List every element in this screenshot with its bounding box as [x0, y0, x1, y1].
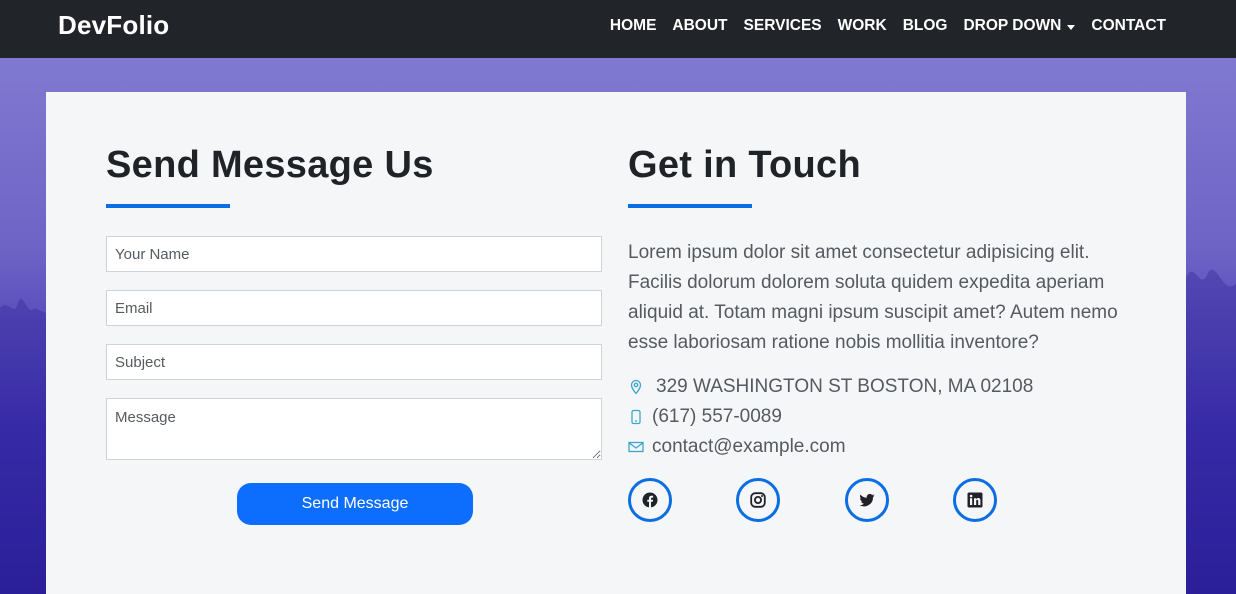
nav-item-label: HOME: [609, 17, 657, 34]
contact-card: Send Message Us Send Message Get in Touc…: [46, 92, 1186, 594]
nav-item-drop-down[interactable]: DROP DOWN: [963, 17, 1076, 35]
nav-item-label: CONTACT: [1091, 17, 1166, 34]
phone-text[interactable]: (617) 557-0089: [652, 406, 782, 428]
send-message-button[interactable]: Send Message: [237, 483, 473, 525]
caret-down-icon: [1067, 24, 1076, 30]
email-text[interactable]: contact@example.com: [652, 436, 846, 458]
facebook-link[interactable]: [628, 478, 672, 522]
address-text: 329 WASHINGTON ST BOSTON, MA 02108: [656, 376, 1034, 397]
nav-item-home[interactable]: HOME: [610, 17, 657, 35]
brand-logo[interactable]: DevFolio: [58, 10, 169, 41]
instagram-link[interactable]: [736, 478, 780, 522]
email-row: contact@example.com: [628, 436, 846, 458]
twitter-link[interactable]: [845, 478, 889, 522]
linkedin-link[interactable]: [953, 478, 997, 522]
message-input[interactable]: [106, 398, 602, 460]
subject-input[interactable]: [106, 344, 602, 380]
nav-item-blog[interactable]: BLOG: [903, 17, 948, 35]
nav-item-label: SERVICES: [743, 17, 822, 34]
form-title-underline: [106, 204, 230, 208]
facebook-icon: [642, 492, 658, 508]
nav-item-label: DROP DOWN: [963, 17, 1062, 34]
nav-item-work[interactable]: WORK: [838, 17, 887, 35]
nav-item-label: WORK: [837, 17, 887, 34]
nav-item-about[interactable]: ABOUT: [672, 17, 727, 35]
nav-item-services[interactable]: SERVICES: [744, 17, 822, 35]
map-pin-icon: [628, 379, 644, 395]
contact-description: Lorem ipsum dolor sit amet consectetur a…: [628, 242, 1118, 353]
instagram-icon: [750, 492, 766, 508]
twitter-icon: [859, 494, 875, 507]
phone-row: (617) 557-0089: [628, 406, 782, 428]
nav-menu: HOME ABOUT SERVICES WORK BLOG DROP DOWN …: [594, 0, 1166, 52]
nav-item-contact[interactable]: CONTACT: [1091, 17, 1166, 35]
contact-title-underline: [628, 204, 752, 208]
name-input[interactable]: [106, 236, 602, 272]
contact-title: Get in Touch: [628, 144, 861, 186]
navbar: DevFolio HOME ABOUT SERVICES WORK BLOG D…: [0, 0, 1236, 58]
address-row: 329 WASHINGTON ST BOSTON, MA 02108: [628, 376, 1033, 398]
form-title: Send Message Us: [106, 144, 434, 186]
phone-icon: [628, 409, 644, 425]
linkedin-icon: [967, 492, 983, 508]
nav-item-label: BLOG: [902, 17, 948, 34]
envelope-icon: [628, 439, 644, 455]
email-input[interactable]: [106, 290, 602, 326]
nav-item-label: ABOUT: [672, 17, 728, 34]
